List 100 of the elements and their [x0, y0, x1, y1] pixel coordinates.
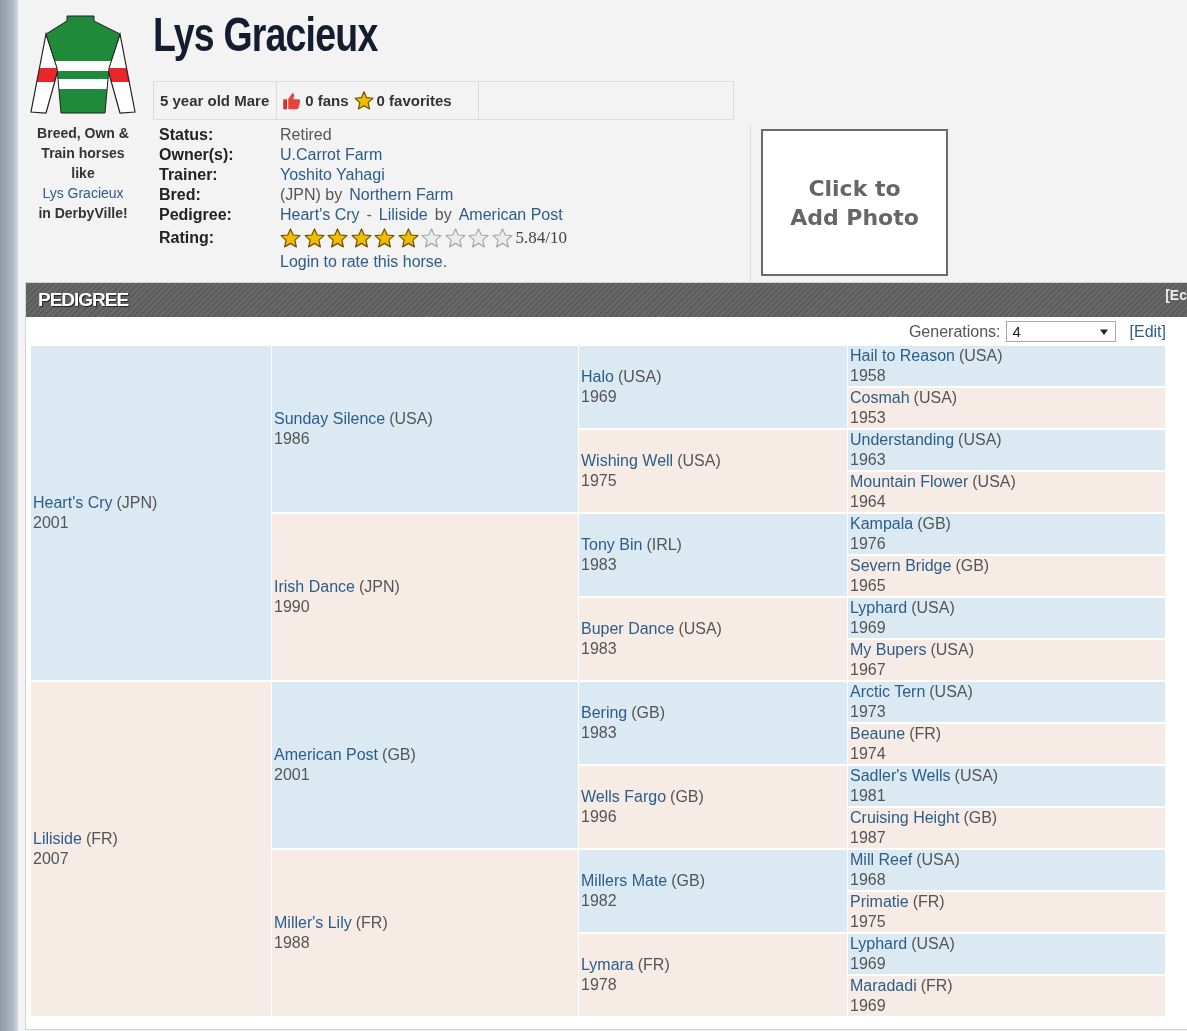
horse-link[interactable]: Sadler's Wells: [850, 766, 951, 786]
horse-link[interactable]: Heart's Cry: [33, 493, 113, 513]
horse-link[interactable]: Lys Gracieux: [42, 185, 124, 201]
country-label: (IRL): [646, 535, 682, 555]
horse-link[interactable]: Wells Fargo: [581, 787, 667, 807]
year-label: 1969: [850, 954, 886, 974]
horse-link[interactable]: Miller's Lily: [274, 913, 352, 933]
country-label: (JPN): [358, 577, 400, 597]
edit-link[interactable]: [Ec: [1165, 287, 1187, 303]
year-label: 1987: [850, 828, 886, 848]
horse-link[interactable]: Maradadi: [850, 976, 917, 996]
horse-link[interactable]: Understanding: [850, 430, 955, 450]
horse-link[interactable]: Wishing Well: [581, 451, 674, 471]
horse-link[interactable]: Tony Bin: [581, 535, 643, 555]
detail-text: -: [366, 205, 372, 225]
horse-link[interactable]: Halo: [581, 367, 614, 387]
year-label: 1958: [850, 366, 886, 386]
detail-link[interactable]: American Post: [458, 205, 563, 225]
detail-link[interactable]: Yoshito Yahagi: [280, 165, 385, 185]
caret-icon: [1099, 327, 1108, 336]
horse-link[interactable]: Lyphard: [850, 598, 908, 618]
horse-link[interactable]: Irish Dance: [274, 577, 355, 597]
horse-link[interactable]: Kampala: [850, 514, 914, 534]
detail-link[interactable]: U.Carrot Farm: [280, 145, 383, 165]
horse-link[interactable]: Cosmah: [850, 388, 910, 408]
country-label: (GB): [631, 703, 666, 723]
year-label: 1975: [581, 471, 617, 491]
star-icon: [374, 227, 395, 249]
star-icon: [280, 227, 301, 249]
horse-link[interactable]: American Post: [274, 745, 379, 765]
horse-name-title: Lys Gracieux: [153, 10, 378, 60]
country-label: (JPN): [116, 493, 158, 513]
detail-label: Rating:: [159, 228, 216, 248]
year-label: 1969: [850, 996, 886, 1016]
country-label: (USA): [958, 430, 1002, 450]
star-icon: [350, 227, 372, 249]
country-label: (FR): [637, 955, 670, 975]
country-label: (GB): [671, 871, 705, 891]
year-label: 1981: [850, 786, 886, 806]
year-label: 1967: [850, 660, 886, 680]
detail-link[interactable]: Heart's Cry: [280, 205, 360, 225]
country-label: (USA): [916, 850, 960, 870]
horse-link[interactable]: Mountain Flower: [850, 472, 969, 492]
country-label: (USA): [913, 388, 958, 408]
horse-link[interactable]: Severn Bridge: [850, 556, 952, 576]
country-label: (FR): [355, 913, 388, 933]
horse-link[interactable]: Bering: [581, 703, 628, 723]
horse-link[interactable]: Cruising Height: [850, 808, 960, 828]
year-label: 1983: [581, 639, 617, 659]
year-label: 1964: [850, 492, 886, 512]
detail-link[interactable]: Northern Farm: [349, 185, 454, 205]
detail-text: by: [434, 205, 452, 225]
star-icon: [303, 227, 325, 249]
detail-text: (JPN) by: [280, 185, 343, 205]
edit-link[interactable]: [Edit]: [1129, 322, 1166, 341]
country-label: (USA): [911, 598, 955, 618]
year-label: 1996: [581, 807, 617, 827]
empty-star-icon: [421, 227, 442, 249]
horse-link[interactable]: Lyphard: [850, 934, 908, 954]
age-sex-label: 5 year old Mare: [154, 82, 278, 119]
horse-link[interactable]: Mill Reef: [850, 850, 913, 870]
detail-link[interactable]: Liliside: [378, 205, 428, 225]
horse-link[interactable]: Arctic Tern: [850, 682, 926, 702]
year-label: 1969: [850, 618, 886, 638]
year-label: 1990: [274, 597, 310, 617]
country-label: (GB): [670, 787, 704, 807]
year-label: 1968: [850, 870, 886, 890]
country-label: (USA): [677, 451, 721, 471]
horse-link[interactable]: Sunday Silence: [274, 409, 386, 429]
horse-link[interactable]: Lymara: [581, 955, 634, 975]
country-label: (USA): [911, 934, 955, 954]
country-label: (USA): [929, 682, 973, 702]
fans-count: 0 fans: [305, 92, 349, 109]
detail-label: Status:: [159, 125, 215, 145]
horse-link[interactable]: Liliside: [33, 829, 82, 849]
country-label: (USA): [617, 367, 662, 387]
year-label: 1969: [581, 387, 617, 407]
panel-title: PEDIGREE: [38, 288, 129, 312]
horse-link[interactable]: Beaune: [850, 724, 906, 744]
racing-silks-icon: [30, 15, 136, 115]
horse-link[interactable]: Primatie: [850, 892, 909, 912]
horse-link[interactable]: Millers Mate: [581, 871, 668, 891]
country-label: (GB): [955, 556, 990, 576]
horse-link[interactable]: Hail to Reason: [850, 346, 955, 366]
country-label: (FR): [920, 976, 953, 996]
login-link[interactable]: Login to rate this horse.: [280, 252, 448, 272]
add-photo-button[interactable]: Click to Add Photo: [761, 129, 948, 276]
horse-link[interactable]: Buper Dance: [581, 619, 675, 639]
country-label: (USA): [930, 640, 975, 660]
year-label: 1986: [274, 429, 310, 449]
generations-select[interactable]: 4: [1005, 321, 1116, 342]
star-icon: [397, 227, 419, 249]
year-label: 2001: [33, 513, 69, 533]
country-label: (FR): [909, 724, 942, 744]
year-label: 1973: [850, 702, 886, 722]
detail-label: Bred:: [159, 185, 202, 205]
country-label: (GB): [382, 745, 416, 765]
horse-link[interactable]: My Bupers: [850, 640, 927, 660]
generations-label: Generations:: [908, 322, 1001, 341]
year-label: 2007: [33, 849, 69, 869]
